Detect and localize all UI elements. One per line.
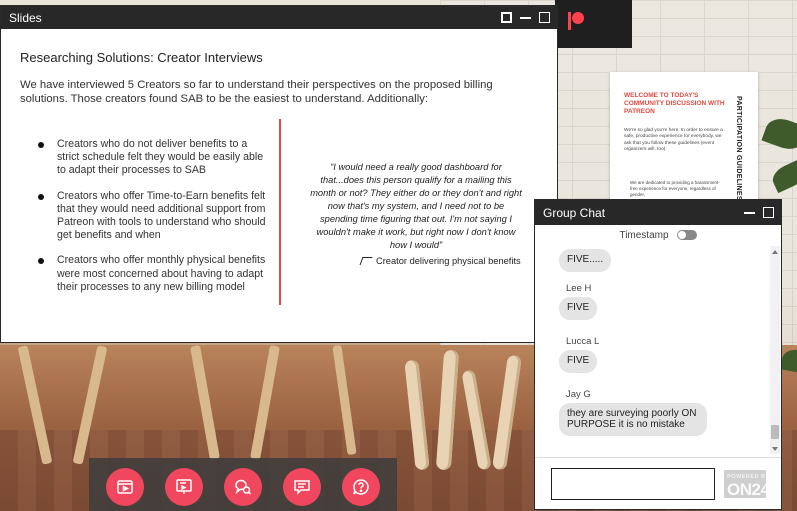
maximize-icon[interactable] bbox=[539, 12, 550, 23]
timestamp-label: Timestamp bbox=[619, 229, 669, 241]
slide-intro: We have interviewed 5 Creators so far to… bbox=[20, 79, 493, 105]
help-button[interactable] bbox=[342, 468, 380, 506]
help-icon bbox=[353, 479, 369, 495]
poster-side-title: PARTICIPATION GUIDELINES bbox=[735, 96, 742, 201]
slide-bullet-list: Creators who do not deliver benefits to … bbox=[36, 138, 266, 306]
slide-bullet: Creators who offer monthly physical bene… bbox=[36, 254, 266, 294]
poster-title: WELCOME TO TODAY'S COMMUNITY DISCUSSION … bbox=[624, 92, 725, 115]
quote-attribution-text: Creator delivering physical benefits bbox=[376, 256, 521, 266]
brand-banner bbox=[555, 0, 632, 48]
media-player-button[interactable] bbox=[106, 468, 144, 506]
chat-message-author: Jay G bbox=[566, 389, 591, 400]
slides-panel: Slides Researching Solutions: Creator In… bbox=[0, 5, 558, 343]
scroll-down-icon[interactable] bbox=[772, 447, 778, 451]
chat-input[interactable] bbox=[551, 468, 715, 500]
poster-body: We're so glad you're here. In order to e… bbox=[624, 128, 723, 153]
chat-icon bbox=[294, 480, 310, 495]
chat-separator bbox=[535, 457, 781, 458]
slides-icon bbox=[176, 479, 192, 494]
chat-message-bubble: FIVE..... bbox=[559, 249, 612, 272]
chat-window-controls bbox=[744, 207, 781, 218]
chat-scrollbar-thumb[interactable] bbox=[771, 425, 779, 439]
slides-panel-title: Slides bbox=[9, 10, 42, 25]
slide-quote: “I would need a really good dashboard fo… bbox=[310, 162, 522, 250]
group-chat-button[interactable] bbox=[283, 468, 321, 506]
fullscreen-icon[interactable] bbox=[501, 12, 512, 23]
chat-header: Group Chat bbox=[535, 200, 781, 225]
chat-message-author: Lucca L bbox=[566, 336, 600, 347]
on24-branding: POWERED BY ON24 bbox=[727, 474, 770, 500]
slides-button[interactable] bbox=[165, 468, 203, 506]
guidelines-poster: WELCOME TO TODAY'S COMMUNITY DISCUSSION … bbox=[610, 72, 758, 207]
chat-messages: FIVE..... Lee H FIVE Lucca L Jay G FIVE … bbox=[535, 246, 771, 454]
media-player-icon bbox=[117, 480, 133, 494]
scroll-up-icon[interactable] bbox=[772, 250, 778, 254]
timestamp-toggle[interactable] bbox=[676, 230, 697, 240]
minimize-icon[interactable] bbox=[744, 207, 755, 218]
poster-bullet: We are dedicated to providing a harassme… bbox=[630, 180, 720, 197]
slide-bullet: Creators who offer Time-to-Earn benefits… bbox=[36, 190, 266, 243]
group-chat-panel: Group Chat Timestamp FIVE..... Lee H FIV… bbox=[534, 199, 782, 510]
qa-icon bbox=[235, 479, 252, 495]
chat-message-bubble: FIVE bbox=[559, 350, 598, 373]
slides-window-controls bbox=[501, 12, 557, 23]
maximize-icon[interactable] bbox=[763, 207, 774, 218]
chat-title: Group Chat bbox=[543, 205, 606, 220]
chat-message-bubble: they are surveying poorly ON PURPOSE it … bbox=[559, 403, 707, 436]
chat-message-bubble: FIVE bbox=[559, 297, 598, 320]
timestamp-row: Timestamp bbox=[535, 225, 781, 245]
slide-divider bbox=[279, 119, 281, 305]
chat-scrollbar[interactable] bbox=[770, 246, 780, 454]
slide-heading: Researching Solutions: Creator Interview… bbox=[20, 50, 263, 65]
quote-attribution: Creator delivering physical benefits bbox=[359, 256, 521, 266]
on24-logo: ON24 bbox=[727, 480, 770, 499]
slide-bullet: Creators who do not deliver benefits to … bbox=[36, 138, 266, 178]
qa-button[interactable] bbox=[224, 468, 262, 506]
chat-message-author: Lee H bbox=[566, 283, 592, 294]
attribution-mark-icon bbox=[359, 257, 373, 265]
minimize-icon[interactable] bbox=[520, 12, 531, 23]
bottom-toolbar bbox=[89, 458, 397, 511]
slides-header: Slides bbox=[1, 6, 557, 29]
patreon-logo-icon bbox=[568, 12, 584, 30]
